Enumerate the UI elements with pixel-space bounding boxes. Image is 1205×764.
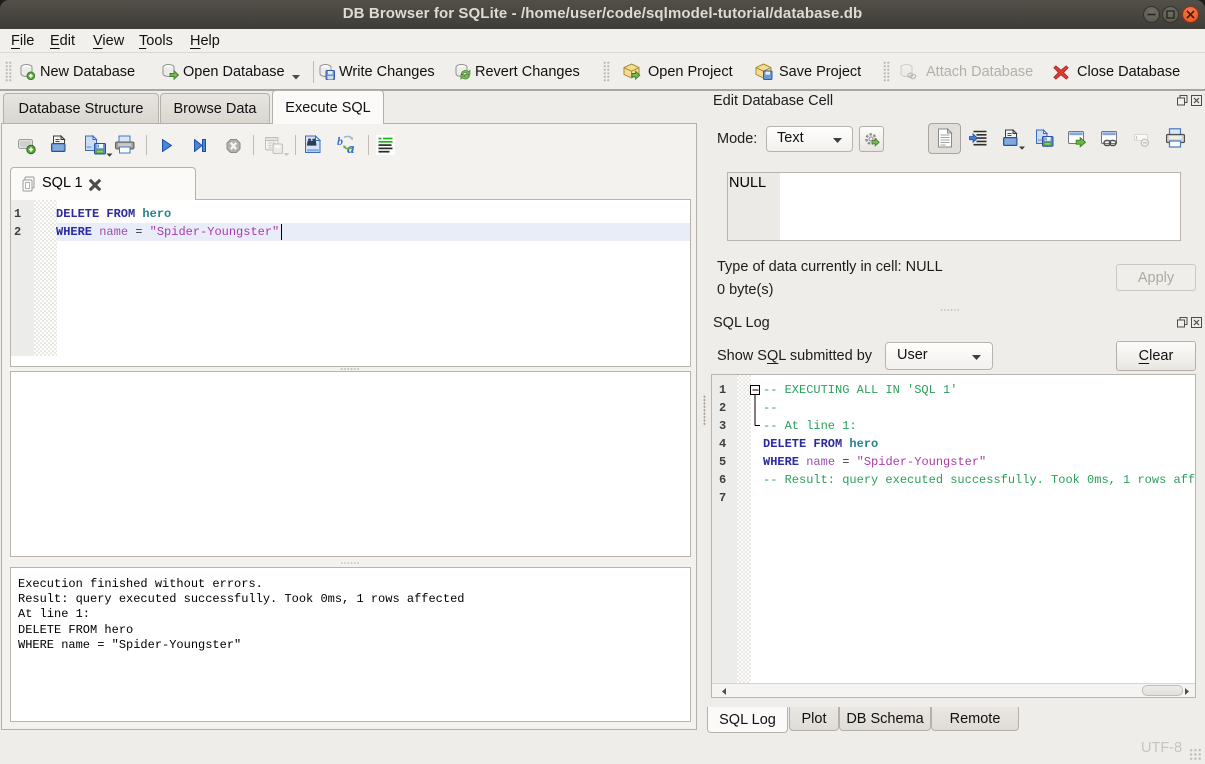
svg-text:b: b — [337, 134, 343, 148]
